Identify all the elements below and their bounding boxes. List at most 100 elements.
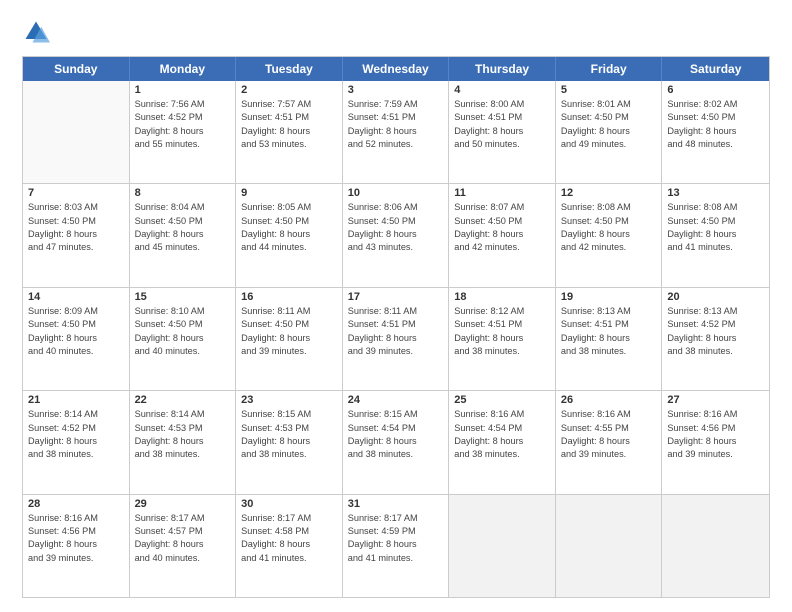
calendar-cell: 6Sunrise: 8:02 AMSunset: 4:50 PMDaylight… [662,81,769,183]
calendar-cell: 23Sunrise: 8:15 AMSunset: 4:53 PMDayligh… [236,391,343,493]
cell-info-line: and 39 minutes. [241,345,337,358]
cell-info-line: Daylight: 8 hours [561,435,657,448]
calendar-cell: 3Sunrise: 7:59 AMSunset: 4:51 PMDaylight… [343,81,450,183]
calendar-cell: 30Sunrise: 8:17 AMSunset: 4:58 PMDayligh… [236,495,343,597]
cell-info-line: Sunrise: 8:02 AM [667,98,764,111]
cell-info-line: Sunrise: 8:09 AM [28,305,124,318]
cell-info-line: Sunrise: 8:06 AM [348,201,444,214]
calendar-cell: 9Sunrise: 8:05 AMSunset: 4:50 PMDaylight… [236,184,343,286]
page: SundayMondayTuesdayWednesdayThursdayFrid… [0,0,792,612]
calendar-cell: 17Sunrise: 8:11 AMSunset: 4:51 PMDayligh… [343,288,450,390]
cell-info-line: Sunset: 4:59 PM [348,525,444,538]
cell-info-line: Sunset: 4:50 PM [561,111,657,124]
day-number: 14 [28,291,124,303]
cell-info-line: and 39 minutes. [667,448,764,461]
cell-info-line: Daylight: 8 hours [28,435,124,448]
cell-info-line: Daylight: 8 hours [28,538,124,551]
day-number: 19 [561,291,657,303]
cell-info-line: Daylight: 8 hours [135,538,231,551]
calendar-cell: 8Sunrise: 8:04 AMSunset: 4:50 PMDaylight… [130,184,237,286]
calendar-cell: 21Sunrise: 8:14 AMSunset: 4:52 PMDayligh… [23,391,130,493]
cell-info-line: Sunset: 4:51 PM [348,318,444,331]
cell-info-line: Sunset: 4:54 PM [348,422,444,435]
calendar-cell: 28Sunrise: 8:16 AMSunset: 4:56 PMDayligh… [23,495,130,597]
calendar-row: 28Sunrise: 8:16 AMSunset: 4:56 PMDayligh… [23,495,769,597]
day-number: 7 [28,187,124,199]
cell-info-line: Sunrise: 8:12 AM [454,305,550,318]
calendar-cell: 11Sunrise: 8:07 AMSunset: 4:50 PMDayligh… [449,184,556,286]
cell-info-line: and 42 minutes. [454,241,550,254]
cell-info-line: Sunset: 4:51 PM [454,111,550,124]
cell-info-line: Daylight: 8 hours [135,332,231,345]
weekday-header: Saturday [662,57,769,81]
calendar-cell: 29Sunrise: 8:17 AMSunset: 4:57 PMDayligh… [130,495,237,597]
calendar-cell: 5Sunrise: 8:01 AMSunset: 4:50 PMDaylight… [556,81,663,183]
day-number: 23 [241,394,337,406]
cell-info-line: Daylight: 8 hours [28,332,124,345]
day-number: 26 [561,394,657,406]
weekday-header: Thursday [449,57,556,81]
cell-info-line: Sunset: 4:58 PM [241,525,337,538]
cell-info-line: and 39 minutes. [561,448,657,461]
calendar-cell: 14Sunrise: 8:09 AMSunset: 4:50 PMDayligh… [23,288,130,390]
cell-info-line: Sunrise: 8:11 AM [348,305,444,318]
calendar-cell [662,495,769,597]
header [22,18,770,46]
cell-info-line: and 41 minutes. [241,552,337,565]
cell-info-line: and 47 minutes. [28,241,124,254]
cell-info-line: Sunset: 4:52 PM [667,318,764,331]
cell-info-line: Sunrise: 8:16 AM [667,408,764,421]
cell-info-line: Daylight: 8 hours [241,332,337,345]
cell-info-line: Sunrise: 8:16 AM [561,408,657,421]
cell-info-line: Daylight: 8 hours [561,125,657,138]
cell-info-line: Daylight: 8 hours [348,125,444,138]
cell-info-line: Daylight: 8 hours [241,125,337,138]
day-number: 28 [28,498,124,510]
weekday-header: Sunday [23,57,130,81]
cell-info-line: Sunset: 4:56 PM [667,422,764,435]
day-number: 27 [667,394,764,406]
calendar-cell: 12Sunrise: 8:08 AMSunset: 4:50 PMDayligh… [556,184,663,286]
cell-info-line: and 43 minutes. [348,241,444,254]
day-number: 29 [135,498,231,510]
cell-info-line: Daylight: 8 hours [348,538,444,551]
weekday-header: Monday [130,57,237,81]
calendar-row: 7Sunrise: 8:03 AMSunset: 4:50 PMDaylight… [23,184,769,287]
calendar-cell: 1Sunrise: 7:56 AMSunset: 4:52 PMDaylight… [130,81,237,183]
cell-info-line: Sunset: 4:51 PM [454,318,550,331]
cell-info-line: and 53 minutes. [241,138,337,151]
cell-info-line: Sunrise: 7:57 AM [241,98,337,111]
cell-info-line: Daylight: 8 hours [667,332,764,345]
day-number: 25 [454,394,550,406]
cell-info-line: and 38 minutes. [667,345,764,358]
cell-info-line: and 38 minutes. [454,448,550,461]
cell-info-line: and 55 minutes. [135,138,231,151]
day-number: 18 [454,291,550,303]
cell-info-line: Daylight: 8 hours [561,332,657,345]
cell-info-line: Daylight: 8 hours [561,228,657,241]
cell-info-line: and 39 minutes. [348,345,444,358]
cell-info-line: Daylight: 8 hours [135,125,231,138]
cell-info-line: Sunrise: 8:17 AM [348,512,444,525]
cell-info-line: Sunrise: 7:56 AM [135,98,231,111]
cell-info-line: Sunset: 4:50 PM [135,215,231,228]
cell-info-line: and 40 minutes. [28,345,124,358]
calendar-cell: 15Sunrise: 8:10 AMSunset: 4:50 PMDayligh… [130,288,237,390]
calendar-row: 21Sunrise: 8:14 AMSunset: 4:52 PMDayligh… [23,391,769,494]
cell-info-line: and 49 minutes. [561,138,657,151]
cell-info-line: Sunset: 4:53 PM [135,422,231,435]
logo [22,18,54,46]
cell-info-line: Sunset: 4:50 PM [454,215,550,228]
day-number: 12 [561,187,657,199]
cell-info-line: Daylight: 8 hours [454,228,550,241]
day-number: 2 [241,84,337,96]
cell-info-line: Sunrise: 8:15 AM [348,408,444,421]
calendar-cell: 2Sunrise: 7:57 AMSunset: 4:51 PMDaylight… [236,81,343,183]
cell-info-line: Sunrise: 8:10 AM [135,305,231,318]
day-number: 31 [348,498,444,510]
day-number: 10 [348,187,444,199]
day-number: 15 [135,291,231,303]
cell-info-line: and 42 minutes. [561,241,657,254]
calendar-cell: 13Sunrise: 8:08 AMSunset: 4:50 PMDayligh… [662,184,769,286]
calendar-cell: 19Sunrise: 8:13 AMSunset: 4:51 PMDayligh… [556,288,663,390]
